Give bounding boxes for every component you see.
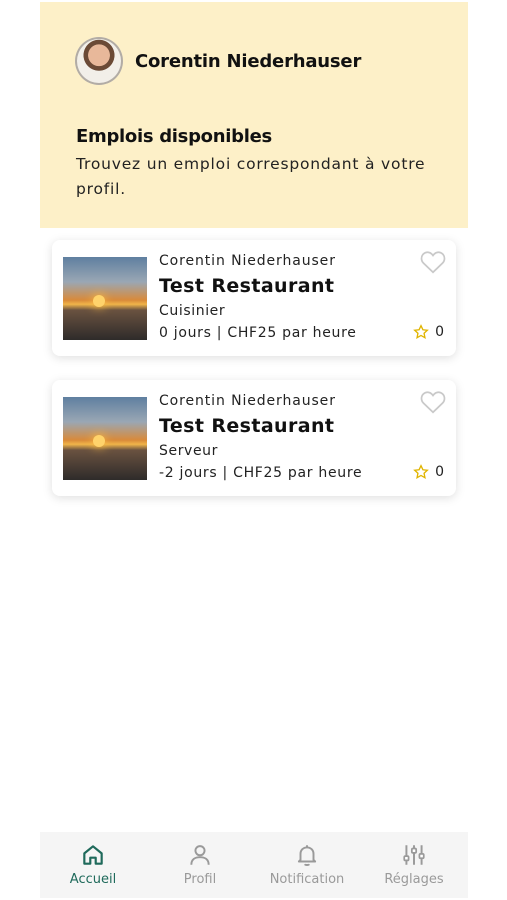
username: Corentin Niederhauser [135, 51, 362, 72]
home-icon [83, 845, 103, 865]
heart-icon[interactable] [420, 390, 446, 414]
heart-icon[interactable] [420, 250, 446, 274]
job-meta: -2 jours | CHF25 par heure [159, 465, 363, 481]
section-subtitle: Trouvez un emploi correspondant à votre … [76, 155, 426, 198]
bottom-nav: Accueil Profil Notification Réglages [40, 832, 468, 898]
section-title: Emplois disponibles [76, 126, 272, 147]
job-role: Serveur [159, 443, 218, 459]
star-icon [413, 324, 429, 339]
star-icon [413, 464, 429, 479]
job-image [63, 257, 147, 340]
nav-settings[interactable]: Réglages [369, 842, 459, 887]
job-author: Corentin Niederhauser [159, 253, 336, 269]
bell-icon [297, 845, 317, 866]
sliders-icon [403, 845, 425, 865]
job-meta: 0 jours | CHF25 par heure [159, 325, 357, 341]
rating-value: 0 [435, 324, 444, 340]
nav-profile[interactable]: Profil [155, 842, 245, 887]
job-card[interactable]: Corentin Niederhauser Test Restaurant Se… [52, 380, 456, 496]
job-image [63, 397, 147, 480]
avatar[interactable] [75, 37, 123, 85]
rating: 0 [413, 324, 444, 340]
nav-home-label: Accueil [69, 872, 117, 887]
job-role: Cuisinier [159, 303, 226, 319]
rating-value: 0 [435, 464, 444, 480]
user-icon [190, 845, 210, 865]
nav-profile-label: Profil [183, 872, 217, 887]
nav-notification[interactable]: Notification [262, 842, 352, 887]
nav-notification-label: Notification [269, 872, 345, 887]
job-card[interactable]: Corentin Niederhauser Test Restaurant Cu… [52, 240, 456, 356]
job-title: Test Restaurant [159, 275, 335, 297]
nav-home[interactable]: Accueil [48, 842, 138, 887]
profile-header: Corentin Niederhauser Emplois disponible… [40, 2, 468, 228]
nav-settings-label: Réglages [384, 872, 444, 887]
rating: 0 [413, 464, 444, 480]
job-title: Test Restaurant [159, 415, 335, 437]
job-author: Corentin Niederhauser [159, 393, 336, 409]
